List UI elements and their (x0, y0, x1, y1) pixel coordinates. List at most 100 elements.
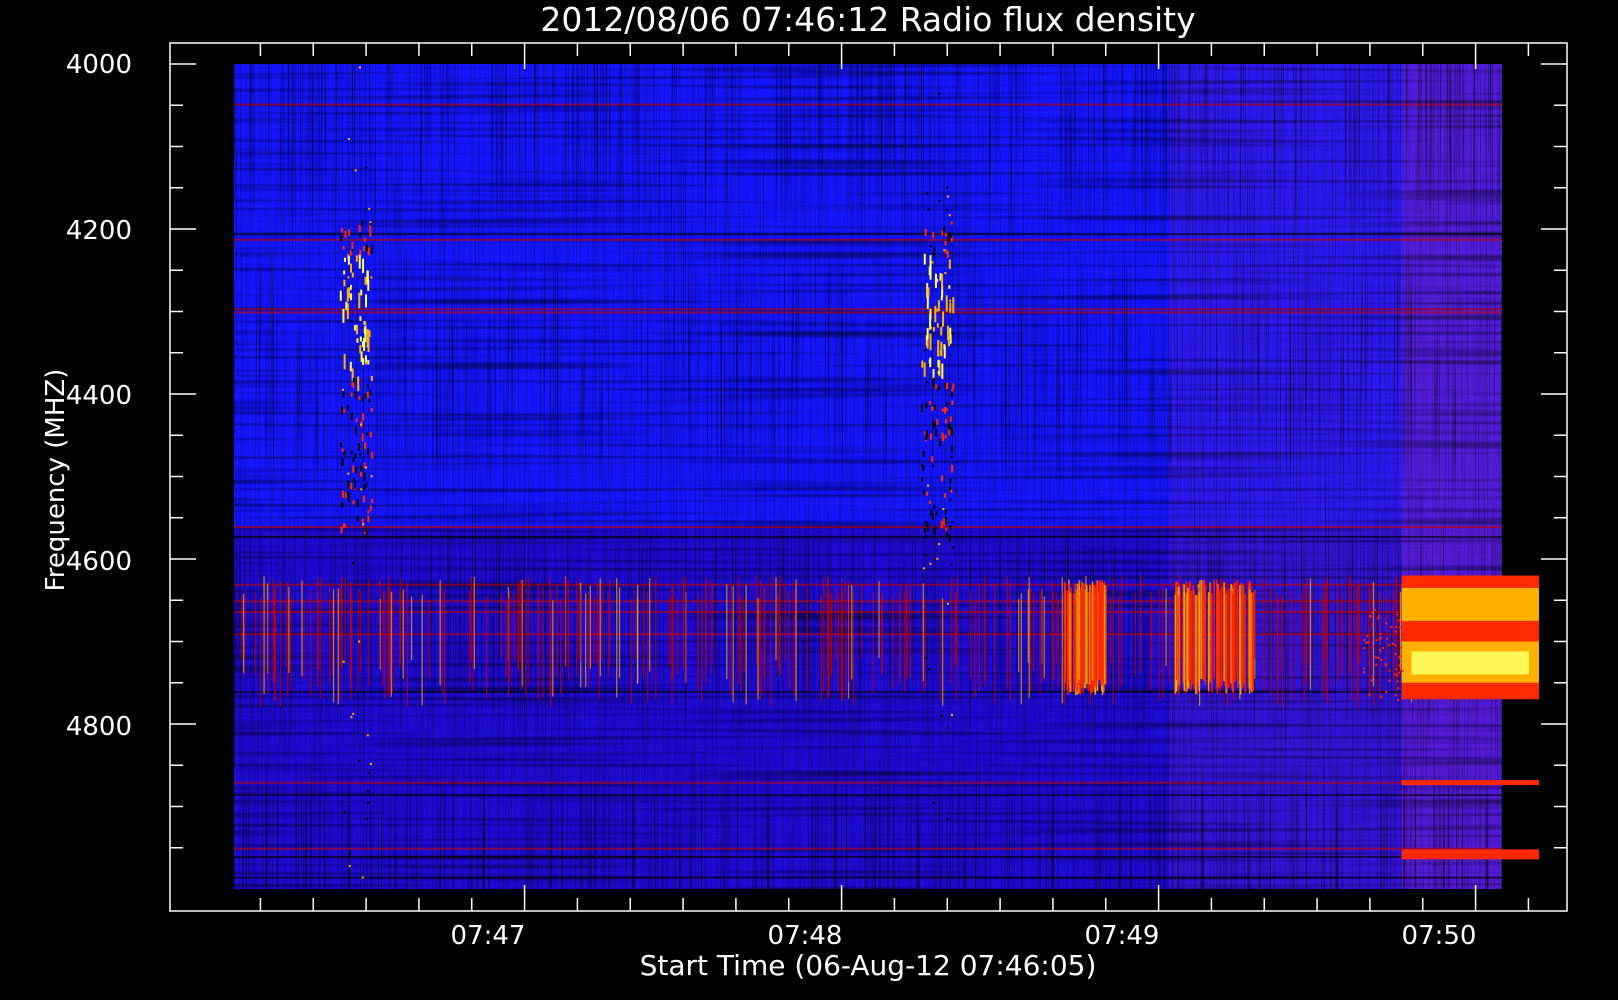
burst-mark (952, 383, 955, 389)
burst-mark (933, 247, 936, 250)
heatmap-cell (1277, 598, 1279, 680)
burst-mark (347, 276, 350, 279)
heatmap-cell (1087, 591, 1089, 691)
burst-mark (924, 435, 927, 441)
heatmap-cell (254, 591, 256, 676)
heatmap-cell (279, 580, 281, 707)
burst-mark (951, 400, 954, 405)
heatmap-cell (384, 592, 386, 699)
burst-mark (946, 209, 949, 212)
burst-mark (926, 339, 929, 349)
burst-mark (926, 328, 929, 340)
burst-mark (1385, 691, 1388, 694)
burst-mark (367, 515, 370, 523)
burst-mark (1400, 646, 1403, 649)
burst-mark (355, 255, 358, 262)
burst-mark (952, 546, 955, 549)
heatmap-cell (344, 576, 346, 662)
heatmap-cell (1281, 595, 1283, 674)
burst-mark (922, 490, 925, 494)
burst-mark (371, 498, 374, 504)
burst-mark (931, 456, 934, 462)
burst-mark (950, 427, 953, 435)
burst-mark (932, 327, 935, 332)
burst-mark (949, 327, 952, 340)
burst-mark (940, 326, 943, 336)
heatmap-cell (1291, 591, 1293, 700)
heatmap-cell (806, 587, 808, 691)
burst-mark (339, 290, 342, 301)
burst-mark (941, 408, 944, 412)
burst-mark (934, 305, 937, 323)
burst-mark (354, 391, 357, 398)
heatmap-cell (303, 598, 305, 680)
burst-mark (1377, 614, 1380, 617)
heatmap-cell (1213, 579, 1215, 679)
heatmap-cell (1043, 596, 1045, 678)
heatmap-cell (755, 575, 757, 665)
heatmap-cell (759, 579, 762, 701)
heatmap-cell (579, 590, 581, 663)
burst-mark (351, 382, 354, 387)
heatmap-cell (234, 583, 1502, 586)
burst-mark (933, 527, 936, 535)
burst-mark (366, 383, 369, 389)
y-tick-label: 4400 (66, 381, 132, 411)
burst-mark (352, 500, 355, 505)
burst-mark (1401, 854, 1539, 860)
burst-mark (350, 392, 353, 397)
burst-mark (355, 418, 358, 423)
heatmap-cell (1393, 591, 1395, 680)
burst-mark (933, 504, 936, 510)
heatmap-cell (841, 593, 843, 691)
heatmap-cell (1183, 592, 1186, 692)
burst-mark (923, 527, 926, 533)
burst-mark (931, 406, 934, 411)
heatmap-cell (739, 595, 742, 692)
heatmap-cell (1103, 585, 1106, 685)
heatmap-cell (745, 585, 747, 705)
burst-mark (934, 273, 937, 288)
burst-mark (931, 261, 934, 264)
burst-mark (340, 228, 343, 233)
heatmap-cell (470, 576, 472, 661)
burst-mark (367, 510, 370, 514)
burst-mark (945, 531, 948, 537)
burst-mark (354, 453, 357, 458)
heatmap-cell (647, 590, 649, 703)
burst-mark (346, 404, 349, 411)
heatmap-cell (443, 590, 446, 705)
burst-mark (948, 259, 951, 269)
burst-mark (945, 527, 948, 531)
heatmap-cell (288, 586, 290, 674)
burst-mark (944, 516, 947, 524)
heatmap-cell (1180, 592, 1182, 659)
burst-mark (1370, 679, 1373, 682)
burst-mark (949, 498, 952, 501)
burst-mark (360, 289, 363, 296)
burst-mark (363, 327, 366, 334)
burst-mark (941, 363, 944, 379)
burst-mark (1394, 644, 1397, 647)
heatmap-cell (290, 597, 292, 691)
heatmap-cell (1228, 588, 1230, 688)
heatmap-cell (909, 588, 911, 679)
burst-mark (946, 195, 949, 198)
heatmap-cell (1337, 584, 1339, 682)
heatmap-cell (784, 587, 786, 661)
heatmap-cell (904, 591, 906, 692)
heatmap-cell (1069, 593, 1071, 693)
heatmap-cell (1081, 585, 1083, 685)
heatmap-cell (636, 597, 639, 684)
burst-mark (1400, 668, 1403, 671)
burst-mark (366, 734, 369, 737)
heatmap-cell (505, 599, 507, 677)
heatmap-cell (267, 599, 269, 694)
burst-mark (934, 404, 937, 411)
heatmap-cell (1098, 580, 1100, 680)
burst-mark (368, 330, 371, 337)
burst-mark (949, 478, 952, 484)
x-axis-label: Start Time (06-Aug-12 07:46:05) (640, 949, 1097, 982)
heatmap-cell (1168, 596, 1170, 683)
burst-mark (1363, 647, 1366, 650)
